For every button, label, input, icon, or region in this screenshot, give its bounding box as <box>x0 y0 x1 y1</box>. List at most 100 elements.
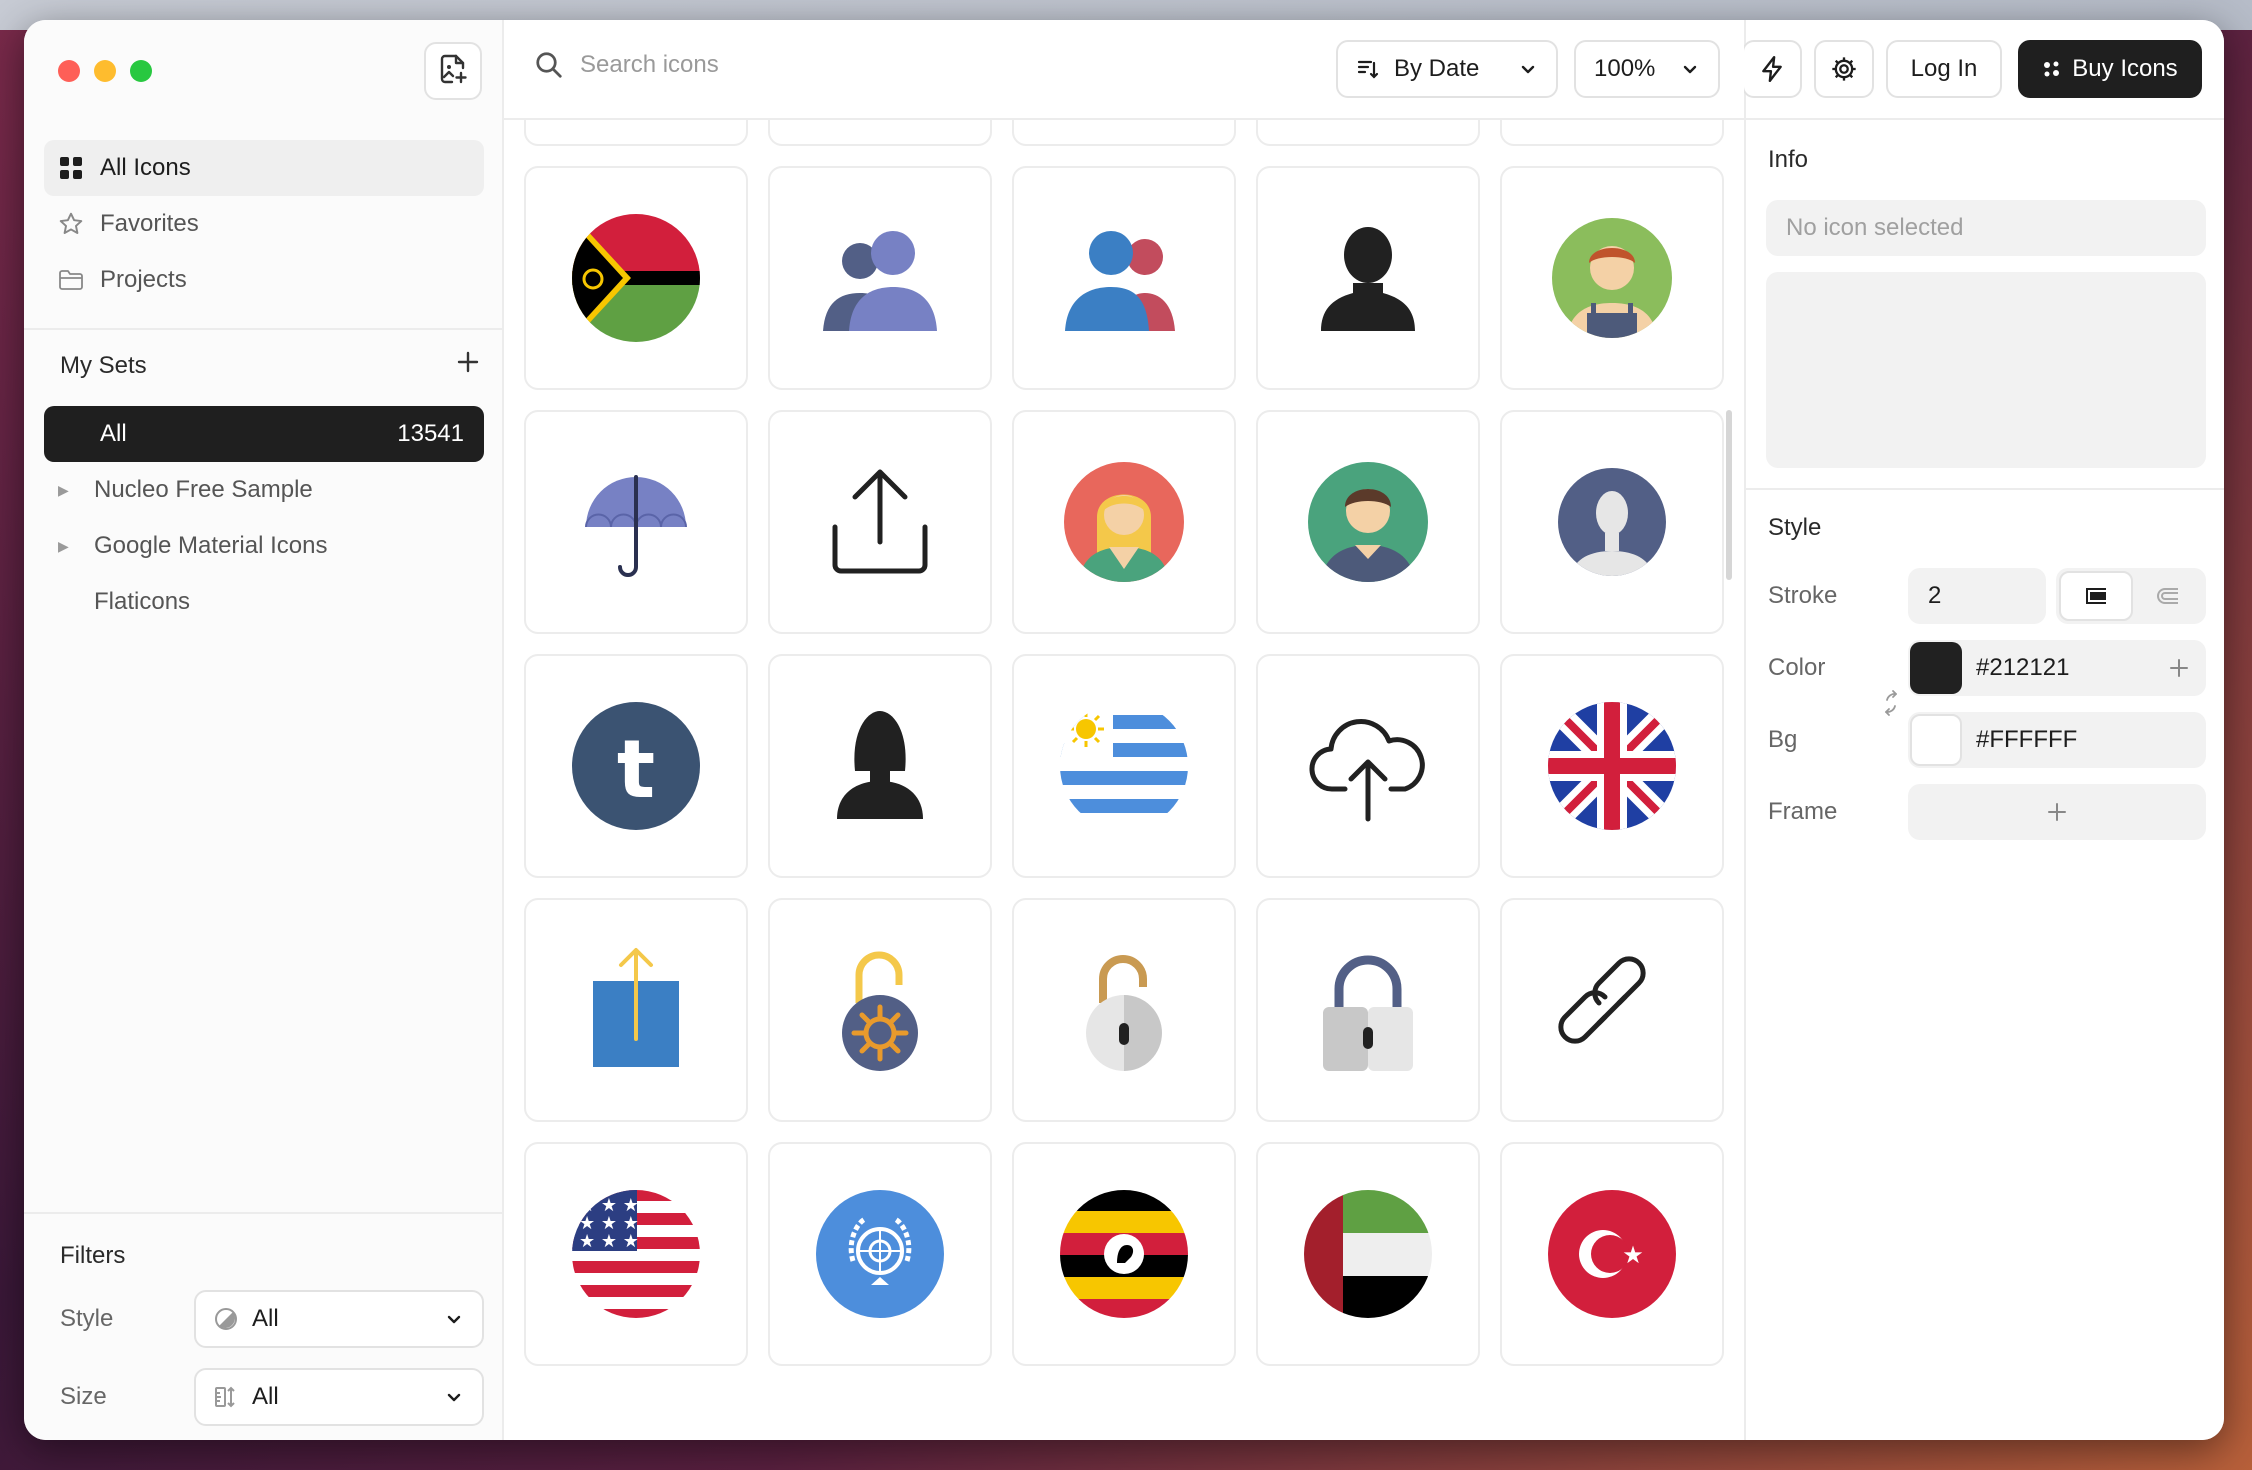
sort-dropdown[interactable]: By Date <box>1336 40 1558 98</box>
round-cap-icon <box>2156 586 2180 606</box>
bg-label: Bg <box>1768 726 1798 753</box>
gear-icon <box>1830 55 1858 83</box>
icon-cell[interactable] <box>768 898 992 1122</box>
quick-action-button[interactable] <box>1742 40 1802 98</box>
buy-icons-button[interactable]: Buy Icons <box>2018 40 2202 98</box>
group-users-icon <box>815 213 945 343</box>
settings-button[interactable] <box>1814 40 1874 98</box>
vanuatu-flag-icon <box>571 213 701 343</box>
search-placeholder: Search icons <box>580 51 719 78</box>
sort-label: By Date <box>1394 55 1480 82</box>
filters-panel: Filters Style All Size All <box>24 1212 504 1426</box>
search-field[interactable]: Search icons <box>534 50 719 80</box>
sort-icon <box>1356 57 1380 81</box>
frame-label: Frame <box>1768 798 1838 825</box>
expand-triangle-icon[interactable]: ▶ <box>58 538 94 555</box>
color-value: #212121 <box>1976 654 2070 681</box>
my-sets-title: My Sets <box>60 351 147 379</box>
info-title: Info <box>1768 146 1809 173</box>
icon-cell[interactable] <box>1256 1142 1480 1366</box>
icon-cell[interactable] <box>768 1142 992 1366</box>
chevron-down-icon <box>444 1387 464 1407</box>
plus-icon <box>2046 801 2068 823</box>
icon-cell[interactable] <box>1500 166 1724 390</box>
icon-cell[interactable] <box>524 410 748 634</box>
icon-cell[interactable] <box>768 654 992 878</box>
icon-cell[interactable]: ★ ★ ★ ★ ★ ★ ★ ★ ★ <box>524 1142 748 1366</box>
set-item-google-material[interactable]: ▶ Google Material Icons <box>44 518 484 574</box>
icon-cell[interactable]: t <box>524 654 748 878</box>
icon-cell[interactable] <box>1500 410 1724 634</box>
umbrella-icon <box>571 457 701 587</box>
svg-text:★ ★ ★: ★ ★ ★ <box>579 1231 639 1252</box>
stroke-input[interactable]: 2 <box>1908 568 2046 624</box>
set-label: Nucleo Free Sample <box>94 476 313 503</box>
icon-cell[interactable] <box>524 898 748 1122</box>
close-window-button[interactable] <box>58 60 80 82</box>
icon-cell[interactable] <box>1256 410 1480 634</box>
nav-label: Projects <box>100 266 187 293</box>
icon-cell[interactable] <box>1012 1142 1236 1366</box>
set-item-flaticons[interactable]: Flaticons <box>44 574 484 630</box>
divider <box>24 328 504 330</box>
sidebar: All Icons Favorites Projects My Sets All… <box>24 20 504 1440</box>
color-swatch[interactable] <box>1910 642 1962 694</box>
square-cap-icon <box>2084 586 2108 606</box>
svg-text:★: ★ <box>1622 1241 1644 1269</box>
nav-favorites[interactable]: Favorites <box>44 196 484 252</box>
new-set-button[interactable] <box>424 42 482 100</box>
icon-cell[interactable] <box>524 166 748 390</box>
size-select[interactable]: All <box>194 1368 484 1426</box>
nav-all-icons[interactable]: All Icons <box>44 140 484 196</box>
icon-cell[interactable] <box>768 166 992 390</box>
add-set-button[interactable] <box>456 350 480 381</box>
nav-projects[interactable]: Projects <box>44 252 484 308</box>
filter-size-label: Size <box>60 1383 107 1410</box>
set-label: Google Material Icons <box>94 532 328 559</box>
icon-cell[interactable] <box>1256 654 1480 878</box>
icon-cell[interactable] <box>1256 898 1480 1122</box>
scrollbar[interactable] <box>1726 410 1732 580</box>
zoom-window-button[interactable] <box>130 60 152 82</box>
icon-cell[interactable] <box>1012 166 1236 390</box>
bg-value: #FFFFFF <box>1976 726 2078 753</box>
svg-text:t: t <box>617 723 655 816</box>
expand-triangle-icon[interactable]: ▶ <box>58 482 94 499</box>
bg-field[interactable]: #FFFFFF <box>1908 712 2206 768</box>
icon-cell[interactable] <box>1012 898 1236 1122</box>
bg-swatch[interactable] <box>1910 714 1962 766</box>
file-plus-icon <box>438 53 468 90</box>
main-nav: All Icons Favorites Projects <box>44 140 484 308</box>
zoom-dropdown[interactable]: 100% <box>1574 40 1720 98</box>
icon-cell[interactable] <box>768 410 992 634</box>
plus-icon[interactable] <box>2168 657 2190 679</box>
icon-cell[interactable]: ★ <box>1500 1142 1724 1366</box>
style-select-value: All <box>252 1305 279 1332</box>
color-label: Color <box>1768 654 1826 681</box>
link-icon <box>1547 945 1677 1075</box>
set-item-all[interactable]: All 13541 <box>44 406 484 462</box>
style-title: Style <box>1768 514 1822 541</box>
swap-colors-icon[interactable] <box>1882 688 1900 718</box>
size-select-value: All <box>252 1383 279 1410</box>
window-controls <box>58 60 152 82</box>
minimize-window-button[interactable] <box>94 60 116 82</box>
set-item-nucleo[interactable]: ▶ Nucleo Free Sample <box>44 462 484 518</box>
round-cap-option[interactable] <box>2133 571 2203 621</box>
filter-style-label: Style <box>60 1305 114 1332</box>
cloud-upload-icon <box>1303 701 1433 831</box>
icon-cell[interactable] <box>1012 410 1236 634</box>
couple-users-icon <box>1059 213 1189 343</box>
icon-cell[interactable] <box>1500 654 1724 878</box>
style-select[interactable]: All <box>194 1290 484 1348</box>
login-button[interactable]: Log In <box>1886 40 2002 98</box>
square-cap-option[interactable] <box>2059 571 2133 621</box>
icon-cell[interactable] <box>1500 898 1724 1122</box>
icon-cell[interactable] <box>1256 166 1480 390</box>
icon-cell[interactable] <box>1012 654 1236 878</box>
divider <box>1746 488 2224 490</box>
uae-flag-icon <box>1303 1189 1433 1319</box>
add-frame-button[interactable] <box>1908 784 2206 840</box>
color-field[interactable]: #212121 <box>1908 640 2206 696</box>
filter-style-row: Style All <box>60 1290 484 1348</box>
